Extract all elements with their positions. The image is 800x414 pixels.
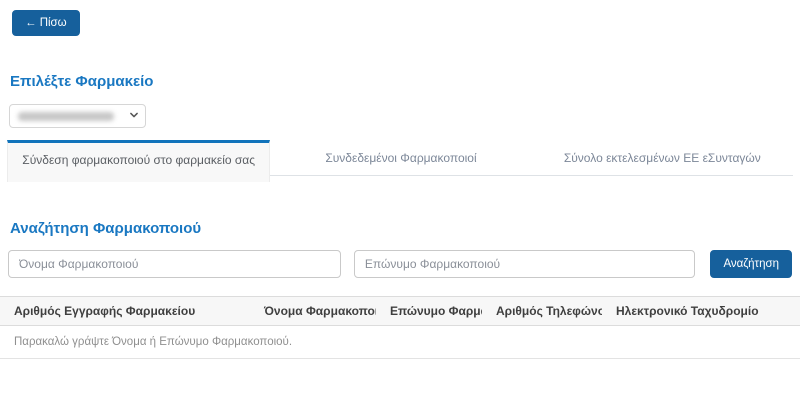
last-name-input[interactable] — [354, 250, 696, 278]
search-row: Αναζήτηση — [8, 250, 792, 278]
table-header-row: Αριθμός Εγγραφής Φαρμακείου Όνομα Φαρμακ… — [0, 297, 800, 326]
results-section: Αριθμός Εγγραφής Φαρμακείου Όνομα Φαρμακ… — [0, 296, 800, 359]
col-pharmacist-first-name: Όνομα Φαρμακοποιού — [250, 297, 376, 326]
search-button[interactable]: Αναζήτηση — [710, 250, 792, 278]
tab-connected-pharmacists[interactable]: Συνδεδεμένοι Φαρμακοποιοί — [270, 140, 531, 176]
pharmacy-select-wrap — [9, 104, 792, 128]
tab-bar: Σύνδεση φαρμακοποιού στο φαρμακείο σας Σ… — [7, 140, 793, 182]
empty-state-row: Παρακαλώ γράψτε Όνομα ή Επώνυμο Φαρμακοπ… — [0, 326, 800, 359]
first-name-input[interactable] — [8, 250, 341, 278]
tab-connect-pharmacist[interactable]: Σύνδεση φαρμακοποιού στο φαρμακείο σας — [7, 140, 270, 182]
chevron-down-icon — [129, 110, 139, 120]
empty-state-message: Παρακαλώ γράψτε Όνομα ή Επώνυμο Φαρμακοπ… — [0, 326, 800, 359]
pharmacy-select[interactable] — [9, 104, 146, 128]
col-pharmacist-last-name: Επώνυμο Φαρμακοποιού — [376, 297, 482, 326]
select-pharmacy-heading: Επιλέξτε Φαρμακείο — [10, 73, 792, 90]
page: ← Πίσω Επιλέξτε Φαρμακείο Σύνδεση φαρμακ… — [0, 0, 800, 359]
back-button[interactable]: ← Πίσω — [12, 10, 80, 36]
tab-executed-eu-eprescriptions[interactable]: Σύνολο εκτελεσμένων ΕΕ εΣυνταγών — [532, 140, 793, 176]
results-table: Αριθμός Εγγραφής Φαρμακείου Όνομα Φαρμακ… — [0, 296, 800, 359]
col-email: Ηλεκτρονικό Ταχυδρομίο — [602, 297, 800, 326]
col-pharmacy-registration-number: Αριθμός Εγγραφής Φαρμακείου — [0, 297, 250, 326]
col-phone-number: Αριθμός Τηλεφώνου — [482, 297, 602, 326]
redacted-pharmacy-name — [18, 112, 114, 121]
search-pharmacist-heading: Αναζήτηση Φαρμακοποιού — [10, 220, 792, 237]
